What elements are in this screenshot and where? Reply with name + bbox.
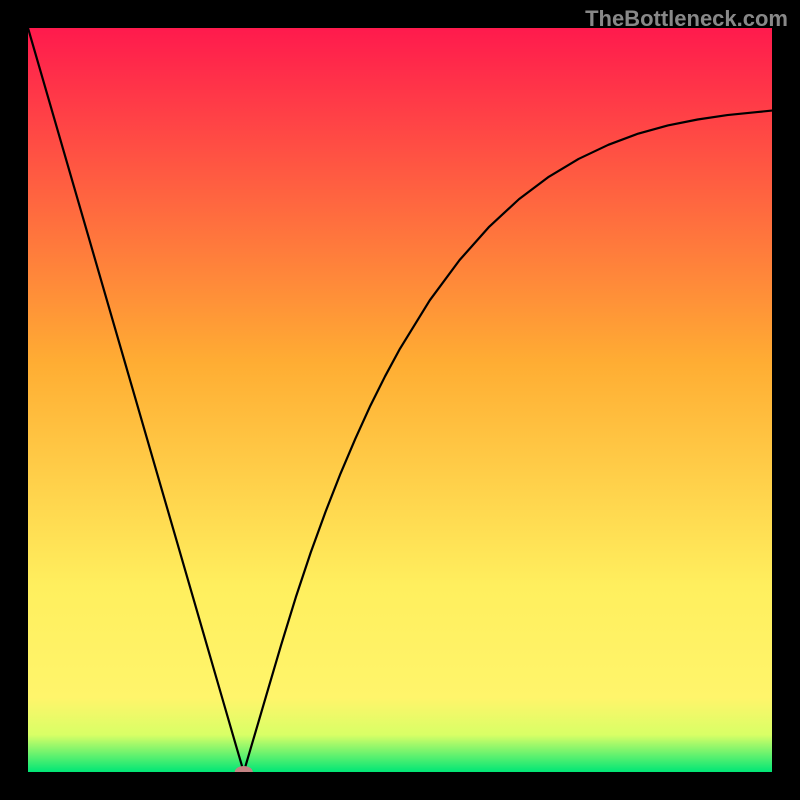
bottleneck-chart: [28, 28, 772, 772]
watermark-text: TheBottleneck.com: [585, 6, 788, 32]
plot-area: [28, 28, 772, 772]
gradient-background: [28, 28, 772, 772]
chart-frame: TheBottleneck.com: [0, 0, 800, 800]
